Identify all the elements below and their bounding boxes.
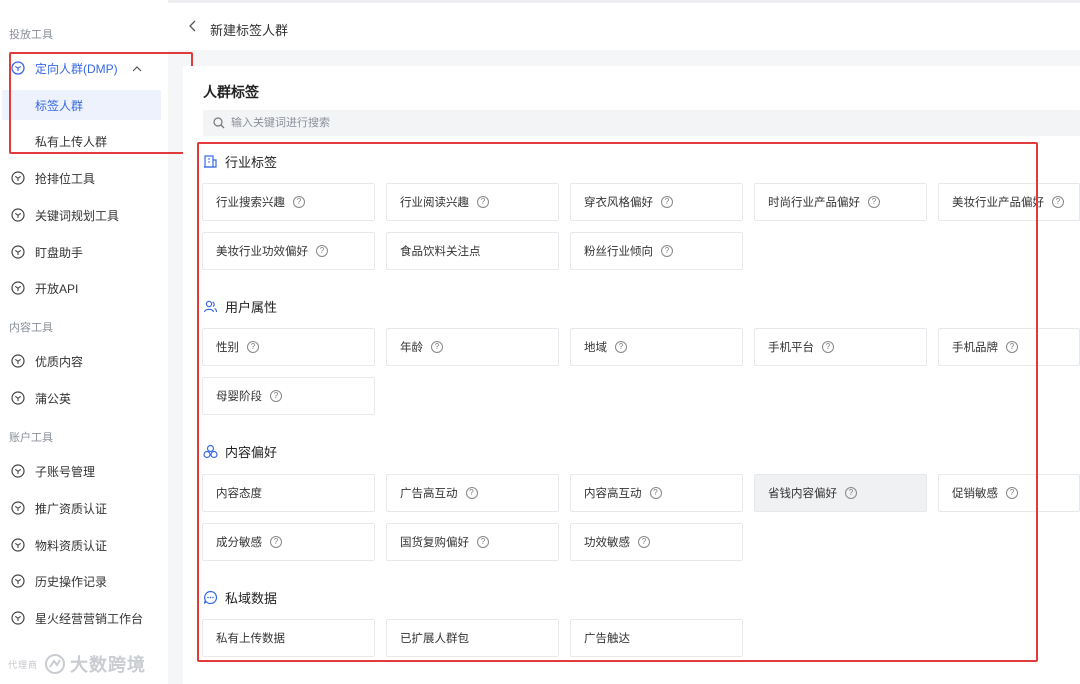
cube-icon — [11, 281, 25, 295]
search-bar[interactable] — [203, 110, 1080, 136]
watermark-text: 大数跨境 — [70, 655, 147, 675]
search-input[interactable] — [231, 117, 1031, 129]
panel-title: 人群标签 — [203, 84, 259, 100]
watermark-logo-icon — [44, 653, 66, 675]
cube-icon — [11, 574, 25, 588]
sidebar-item-rank-tool[interactable]: 抢排位工具 — [0, 163, 168, 193]
sidebar-item-label: 历史操作记录 — [35, 574, 108, 589]
highlight-box-sidebar — [9, 52, 193, 154]
sidebar-item-pugongying[interactable]: 蒲公英 — [0, 383, 168, 413]
sidebar-item-label: 开放API — [35, 281, 79, 296]
cube-icon — [11, 611, 25, 625]
sidebar-item-label: 盯盘助手 — [35, 245, 84, 260]
sidebar-section-account-tools: 账户工具 — [9, 432, 53, 444]
sidebar-item-history[interactable]: 历史操作记录 — [0, 566, 168, 596]
sidebar-item-material-cert[interactable]: 物料资质认证 — [0, 530, 168, 560]
sidebar-item-label: 蒲公英 — [35, 391, 72, 406]
sidebar-item-keyword-tool[interactable]: 关键词规划工具 — [0, 200, 168, 230]
sidebar-item-sub-account[interactable]: 子账号管理 — [0, 456, 168, 486]
sidebar-item-spark-workbench[interactable]: 星火经营营销工作台 — [0, 603, 168, 633]
sidebar-item-label: 子账号管理 — [35, 464, 96, 479]
sidebar-item-label: 关键词规划工具 — [35, 208, 120, 223]
help-icon[interactable]: ? — [1052, 196, 1064, 208]
sidebar-item-promo-cert[interactable]: 推广资质认证 — [0, 493, 168, 523]
cube-icon — [11, 354, 25, 368]
cube-icon — [11, 501, 25, 515]
cube-icon — [11, 391, 25, 405]
cube-icon — [11, 208, 25, 222]
sidebar-item-open-api[interactable]: 开放API — [0, 273, 168, 303]
watermark: 代理商 大数跨境 — [8, 651, 146, 677]
sidebar-item-label: 抢排位工具 — [35, 171, 96, 186]
cube-icon — [11, 538, 25, 552]
sidebar-section-content-tools: 内容工具 — [9, 322, 53, 334]
sidebar-section-agent: 代理商 — [8, 659, 39, 670]
sidebar-item-label: 优质内容 — [35, 354, 84, 369]
sidebar-item-label: 物料资质认证 — [35, 538, 108, 553]
header: 新建标签人群 — [168, 0, 1080, 50]
highlight-box-tags — [197, 142, 1038, 662]
chevron-left-icon[interactable] — [188, 19, 197, 35]
sidebar-item-label: 星火经营营销工作台 — [35, 611, 144, 626]
sidebar-item-monitor[interactable]: 盯盘助手 — [0, 237, 168, 267]
search-icon — [213, 117, 225, 129]
sidebar-section-ad-tools: 投放工具 — [9, 29, 53, 41]
sidebar-item-quality-content[interactable]: 优质内容 — [0, 346, 168, 376]
cube-icon — [11, 464, 25, 478]
cube-icon — [11, 245, 25, 259]
sidebar-item-label: 推广资质认证 — [35, 501, 108, 516]
page-title: 新建标签人群 — [210, 23, 289, 38]
cube-icon — [11, 171, 25, 185]
